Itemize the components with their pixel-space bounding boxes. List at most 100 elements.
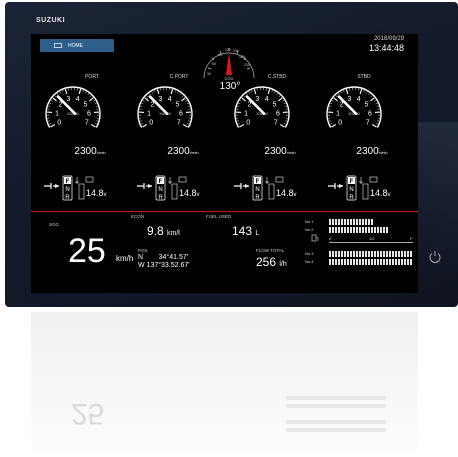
gauge-tick	[59, 91, 61, 94]
tank-level-segment	[365, 219, 367, 225]
rpm-readout: 2300r/min	[167, 146, 199, 157]
gauge-scale-label: 0	[57, 120, 61, 127]
gauge-tick	[363, 90, 365, 93]
tank-level-segment	[404, 259, 406, 265]
power-icon[interactable]	[428, 250, 442, 264]
gauge-tick	[49, 102, 52, 105]
compass-tick-label: 180	[239, 55, 245, 59]
tank-level-segment	[353, 251, 355, 257]
gauge-tick	[328, 120, 332, 122]
gauge-tick	[337, 93, 340, 96]
gauge-tick	[239, 124, 245, 128]
gauge-scale-label: 7	[85, 120, 89, 127]
gauge-scale-label: 0	[149, 120, 153, 127]
gauge-scale-label: 3	[347, 96, 351, 103]
gauge-tick	[371, 124, 377, 128]
gauge-tick	[82, 90, 84, 93]
gauge-scale-label: 1	[244, 110, 248, 117]
svg-text:F: F	[350, 179, 354, 185]
gauge-scale-label: 1	[55, 110, 59, 117]
gauge-tick	[48, 123, 52, 125]
tank-level-segment	[344, 259, 346, 265]
tank-level-segment	[410, 259, 412, 265]
tank-row-4: No.4	[305, 259, 314, 264]
tank-level-segment	[350, 227, 352, 233]
tank-level-segment	[407, 251, 409, 257]
gauge-tick	[87, 93, 90, 96]
tank-level-segment	[401, 251, 403, 257]
tank-level-segment	[380, 259, 382, 265]
date-readout: 2018/09/29	[373, 36, 404, 42]
tank-level-segment	[329, 227, 331, 233]
tank-level-segment	[392, 259, 394, 265]
gauge-arc	[45, 86, 101, 128]
home-button[interactable]: HOME	[40, 39, 114, 52]
battery-voltage: 14.8v	[86, 188, 107, 198]
compass-tick-label: 150	[233, 49, 239, 53]
tank-level-segment	[392, 251, 394, 257]
tank-level-segment	[365, 259, 367, 265]
tank-level-segment	[338, 259, 340, 265]
compass-tick-label: 60	[212, 62, 216, 66]
gauge-tick	[95, 105, 98, 107]
compass-tick-label: 90	[218, 53, 222, 57]
gauge-tick	[48, 105, 51, 107]
gauge-tick	[64, 88, 68, 95]
section-divider	[31, 211, 418, 212]
gauge-scale-label: 7	[274, 120, 278, 127]
gauge-tick	[374, 100, 377, 102]
home-icon	[54, 43, 62, 48]
tank-level-segment	[359, 219, 361, 225]
tank-level-segment	[371, 251, 373, 257]
rpm-readout: 2300r/min	[74, 146, 106, 157]
gauge-scale-label: 4	[76, 96, 80, 103]
gauge-tick	[186, 123, 190, 125]
reflection-sog: 25	[71, 397, 105, 430]
gauge-tick	[243, 95, 246, 98]
fuel-pump-icon	[311, 234, 319, 242]
tank-level-segment	[368, 219, 370, 225]
gauge-scale-label: 0	[338, 120, 342, 127]
tachometer-c-stbd: 0123 4567X1000	[234, 86, 290, 128]
latitude-readout: N 34°41.57'	[138, 254, 189, 261]
gauge-tick	[140, 105, 143, 107]
gauge-tick	[187, 105, 190, 107]
compass-pointer-icon	[226, 52, 232, 75]
gauge-scale-label: 4	[265, 96, 269, 103]
gauge-scale-label: 2	[340, 102, 344, 109]
tank-level-segment	[356, 227, 358, 233]
econ-label: ECON	[131, 214, 145, 219]
tank-level-segment	[329, 259, 331, 265]
tank-level-segment	[383, 259, 385, 265]
gauge-tick	[283, 123, 287, 125]
gauge-tick	[89, 95, 92, 98]
gauge-tick	[89, 97, 94, 102]
tank-level-segment	[362, 251, 364, 257]
tank-level-segment	[365, 227, 367, 233]
pos-label: POS	[138, 248, 148, 253]
gauge-label-port: PORT	[85, 74, 99, 80]
tank-level-segment	[356, 251, 358, 257]
gauge-label-c-port: C.PORT	[169, 74, 189, 80]
svg-text:R: R	[158, 195, 163, 201]
tank-level-segment	[386, 251, 388, 257]
gauge-tick	[78, 88, 82, 95]
gauge-tick	[151, 91, 153, 94]
gauge-tick	[93, 100, 96, 102]
tank-level-segment	[353, 259, 355, 265]
tank-level-segment	[362, 227, 364, 233]
tank-level-segment	[374, 259, 376, 265]
gauge-tick	[376, 105, 379, 107]
gauge-tick	[366, 91, 368, 94]
gauge-tick	[170, 88, 174, 95]
tank-level-segment	[338, 219, 340, 225]
gauge-tick	[174, 90, 176, 93]
tank-row-3: No.3	[305, 251, 314, 256]
gauge-arc	[326, 86, 382, 128]
tank-level-segment	[371, 227, 373, 233]
gauge-tick	[52, 97, 57, 102]
tank-levels: No.1 No.2 E 1/2 F No.3 No.4	[305, 217, 415, 269]
tank-level-segment	[338, 227, 340, 233]
gauge-tick	[50, 100, 53, 102]
gauge-tick	[274, 91, 276, 94]
